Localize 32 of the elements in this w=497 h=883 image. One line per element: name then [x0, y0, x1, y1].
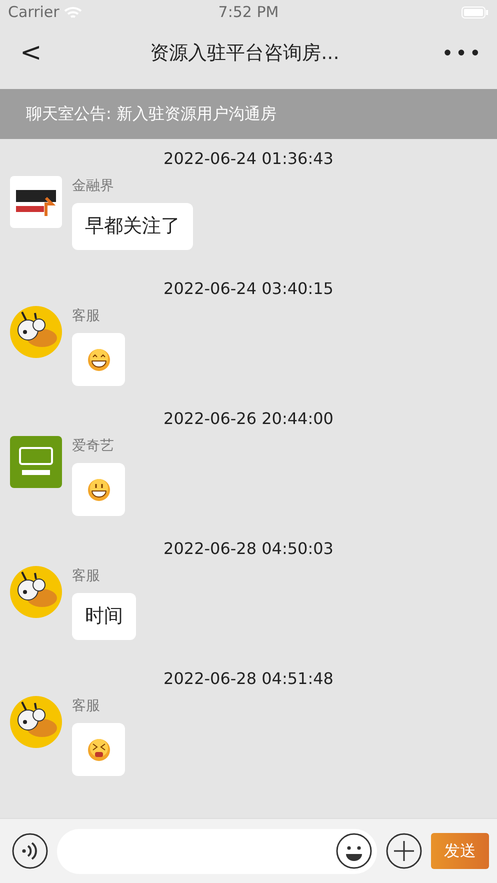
voice-button[interactable] [12, 833, 48, 869]
message-timestamp: 2022-06-28 04:50:03 [164, 538, 334, 560]
grin-emoji-icon [86, 348, 110, 372]
message-input[interactable] [57, 828, 377, 874]
message-bubble: 早都关注了 [72, 203, 193, 250]
message-timestamp: 2022-06-26 20:44:00 [164, 408, 334, 430]
wifi-icon [64, 6, 82, 20]
carrier-name: Carrier [8, 2, 60, 24]
add-button[interactable] [386, 833, 422, 869]
message-timestamp: 2022-06-24 03:40:15 [164, 278, 334, 300]
bee-avatar [10, 566, 62, 618]
announcement-text: 聊天室公告: 新入驻资源用户沟通房 [26, 104, 276, 123]
bee-avatar [10, 306, 62, 358]
status-time: 7:52 PM [218, 2, 279, 24]
message-timestamp: 2022-06-24 01:36:43 [164, 148, 334, 170]
emoji-button[interactable] [336, 833, 372, 869]
sender-name: 客服 [72, 697, 101, 716]
logo-avatar [10, 436, 62, 488]
battery-icon [461, 6, 490, 19]
chat-title: 资源入驻平台咨询房... [149, 40, 340, 66]
upset-emoji-icon [86, 738, 110, 762]
sender-name: 客服 [72, 567, 101, 586]
message-bubble: 时间 [72, 593, 136, 640]
more-button[interactable]: ••• [442, 38, 483, 68]
back-button[interactable]: < [14, 40, 48, 66]
bee-avatar [10, 696, 62, 748]
sender-name: 客服 [72, 307, 101, 326]
message-timestamp: 2022-06-28 04:51:48 [164, 668, 334, 690]
sender-name: 金融界 [72, 177, 115, 196]
smile-emoji-icon [86, 478, 110, 502]
sender-name: 爱奇艺 [72, 437, 115, 456]
logo-avatar [10, 176, 62, 228]
